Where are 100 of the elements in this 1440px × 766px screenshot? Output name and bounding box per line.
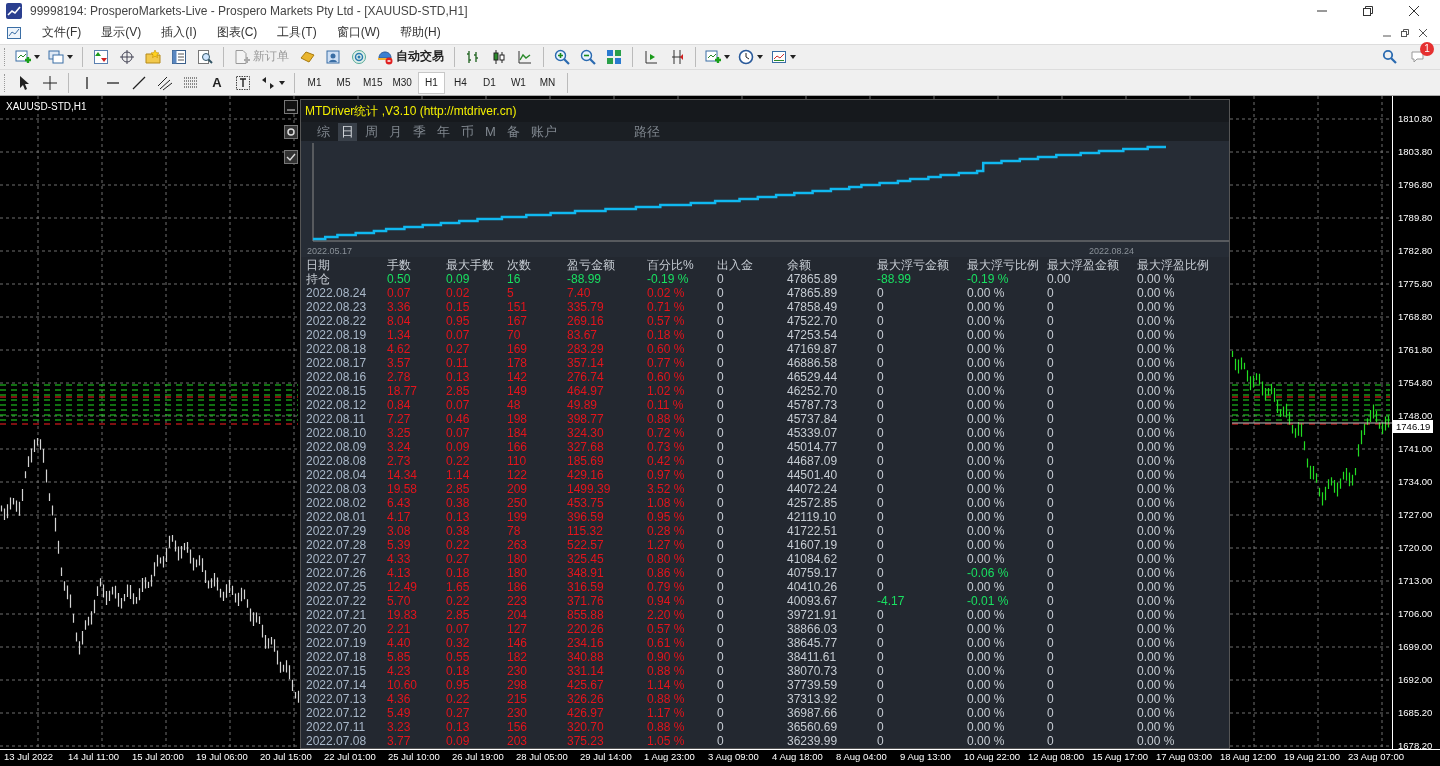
table-cell-text: 3.08 — [387, 524, 412, 538]
restore-icon[interactable] — [1362, 4, 1374, 17]
text-tool[interactable]: A — [205, 71, 229, 94]
table-cell-text: 0 — [877, 356, 885, 370]
timeframe-button[interactable]: M30 — [388, 71, 416, 94]
table-cell-text: 0 — [877, 622, 885, 636]
panel-tab[interactable]: 季 — [410, 122, 429, 141]
table-cell-text: 0.50 — [387, 272, 412, 286]
timeframe-button[interactable]: D1 — [475, 71, 503, 94]
current-price-label: 1746.19 — [1393, 420, 1434, 433]
close-icon[interactable] — [1418, 27, 1428, 38]
shift-bars-icon — [669, 48, 685, 65]
column-header: 最大浮盈比例 — [1137, 258, 1210, 272]
table-cell-text: 2022.08.04 — [306, 468, 368, 482]
close-icon[interactable] — [1408, 4, 1420, 17]
table-cell-text: 0.00 % — [1137, 622, 1176, 636]
table-cell-text: 45339.07 — [787, 426, 839, 440]
table-cell-text: 18.77 — [387, 384, 419, 398]
table-cell-text: 2022.07.15 — [306, 664, 368, 678]
menu-item[interactable]: 显示(V) — [101, 24, 142, 42]
table-cell-text: 2022.08.17 — [306, 356, 368, 370]
panel-tab[interactable]: M — [482, 122, 499, 141]
timeframe-button[interactable]: MN — [533, 71, 561, 94]
table-cell-text: 298 — [507, 678, 529, 692]
table-cell-text: 2022.08.09 — [306, 440, 368, 454]
table-cell-text: 1.05 % — [647, 734, 686, 748]
zoom-out-icon — [580, 48, 596, 65]
check-icon[interactable] — [284, 150, 298, 164]
table-cell-text: 0.00 — [1047, 272, 1072, 286]
table-cell-text: 0.95 — [446, 314, 471, 328]
table-cell-text: 0.00 % — [967, 342, 1006, 356]
chart-window-icon[interactable] — [6, 24, 22, 41]
table-cell-text: 0.79 % — [647, 580, 686, 594]
panel-tab[interactable]: 周 — [362, 122, 381, 141]
table-cell-text: 0.00 % — [1137, 482, 1176, 496]
timeframe-button[interactable]: M1 — [301, 71, 328, 94]
table-cell-text: 0 — [877, 734, 885, 748]
price-label: 1782.80 — [1398, 245, 1433, 257]
table-cell-text: 2022.07.29 — [306, 524, 368, 538]
timeframe-button[interactable]: M15 — [359, 71, 387, 94]
fan-lines-icon — [157, 74, 173, 91]
table-cell-text: 0.00 % — [1137, 440, 1176, 454]
menu-item[interactable]: 文件(F) — [42, 24, 82, 42]
table-cell-text: 0.00 % — [1137, 384, 1176, 398]
table-cell-text: 0 — [877, 300, 885, 314]
column-header: 盈亏金额 — [567, 258, 616, 272]
search-icon[interactable] — [1382, 48, 1398, 65]
time-label: 20 Jul 15:00 — [260, 750, 313, 764]
table-cell-text: 0 — [717, 342, 725, 356]
table-cell-text: 0 — [877, 706, 885, 720]
table-cell-text: 0.46 — [446, 412, 471, 426]
bar-chart-icon — [465, 48, 481, 65]
table-cell-text: 47858.49 — [787, 300, 839, 314]
table-cell-text: 2.85 — [446, 482, 471, 496]
auto-trading-button[interactable]: 自动交易 — [373, 45, 448, 68]
panel-tab[interactable]: 综 — [314, 122, 333, 141]
minimize-icon[interactable] — [284, 100, 298, 114]
table-cell-text: 0 — [877, 412, 885, 426]
table-cell-text: 0 — [877, 454, 885, 468]
panel-tab[interactable]: 日 — [338, 122, 357, 141]
menu-item[interactable]: 插入(I) — [161, 24, 197, 42]
table-cell-text: 0.22 — [446, 594, 471, 608]
table-cell-text: 0 — [1047, 398, 1055, 412]
restore-icon[interactable] — [1400, 27, 1410, 38]
timeframe-button[interactable]: H1 — [417, 71, 445, 94]
panel-tab[interactable]: 路径 — [630, 122, 663, 141]
table-cell-text: 3.23 — [387, 720, 412, 734]
column-header: 日期 — [306, 258, 331, 272]
table-cell-text: 46529.44 — [787, 370, 839, 384]
table-cell-text: 0.00 % — [967, 580, 1006, 594]
table-cell-text: 0 — [717, 272, 725, 286]
table-cell-text: 0 — [1047, 300, 1055, 314]
menu-item[interactable]: 图表(C) — [216, 24, 258, 42]
panel-tab[interactable]: 月 — [386, 122, 405, 141]
table-cell-text: 0 — [877, 440, 885, 454]
timeframe-button[interactable]: M5 — [330, 71, 357, 94]
time-label: 12 Aug 08:00 — [1028, 750, 1085, 764]
timeframe-button[interactable]: W1 — [504, 71, 532, 94]
table-cell-text: 0.27 — [446, 706, 471, 720]
horizontal-line-icon — [107, 81, 119, 84]
price-label: 1727.00 — [1398, 509, 1433, 521]
time-label: 28 Jul 05:00 — [516, 750, 569, 764]
table-cell-text: 38411.61 — [787, 650, 838, 664]
table-cell-text: 38866.03 — [787, 622, 839, 636]
table-cell-text: 4.40 — [387, 636, 412, 650]
table-cell-text: 0 — [877, 608, 885, 622]
caret-icon — [724, 54, 730, 59]
table-cell-text: 2022.08.16 — [306, 370, 368, 384]
panel-tab[interactable]: 备 — [503, 122, 523, 141]
panel-tab[interactable]: 币 — [458, 122, 477, 141]
menu-item[interactable]: 工具(T) — [277, 24, 317, 42]
panel-tab[interactable]: 账户 — [527, 122, 560, 141]
menu-item[interactable]: 窗口(W) — [336, 24, 380, 42]
caret-icon — [34, 54, 40, 59]
table-cell-text: 0.00 % — [1137, 510, 1176, 524]
table-cell-text: 0 — [717, 678, 725, 692]
panel-tab[interactable]: 年 — [434, 122, 453, 141]
menu-item[interactable]: 帮助(H) — [400, 24, 441, 42]
timeframe-button[interactable]: H4 — [446, 71, 474, 94]
table-cell-text: 0 — [877, 538, 885, 552]
